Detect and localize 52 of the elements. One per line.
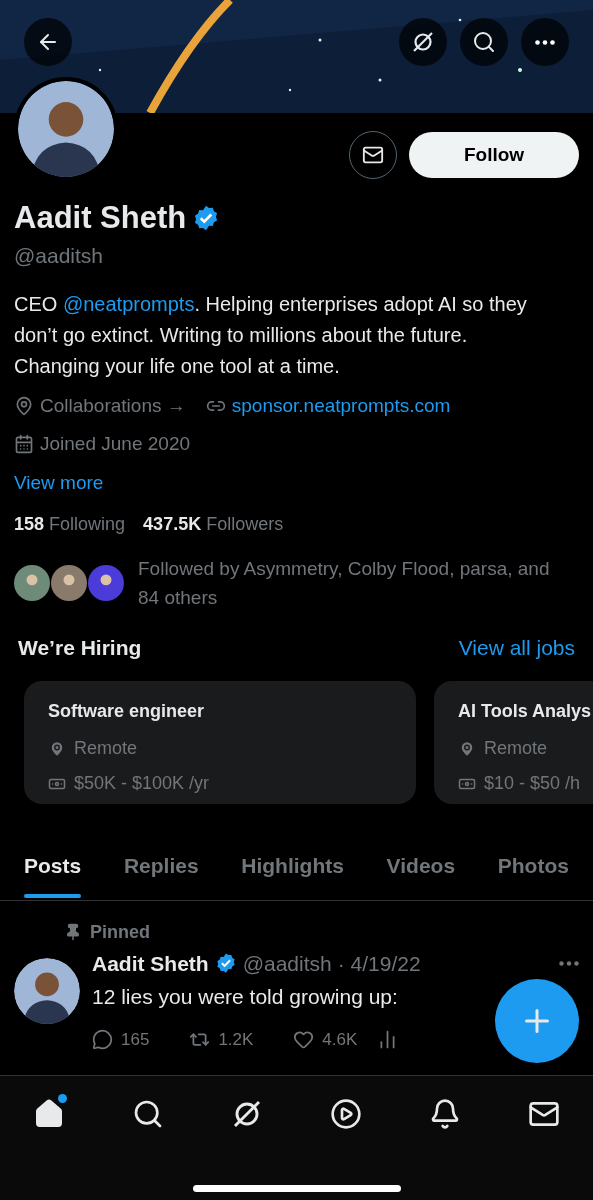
joined-date: Joined June 2020: [40, 431, 190, 456]
post-date: · 4/19/22: [337, 950, 421, 977]
repost-count: 1.2K: [218, 1028, 254, 1051]
mail-icon: [362, 144, 384, 166]
followers-count[interactable]: 437.5K Followers: [143, 510, 284, 538]
section-title: We’re Hiring: [18, 634, 142, 661]
like-count: 4.6K: [322, 1028, 358, 1051]
profile-handle: @aaditsh: [14, 242, 105, 269]
job-card[interactable]: AI Tools Analys Remote $10 - $50 /h: [434, 681, 593, 804]
job-salary: $10 - $50 /h: [484, 772, 581, 795]
search-icon: [472, 30, 496, 54]
avatar[interactable]: [18, 81, 114, 177]
job-salary: $50K - $100K /yr: [74, 772, 210, 795]
followed-by-text[interactable]: Followed by Asymmetry, Colby Flood, parsa, and 84 others: [138, 553, 563, 612]
location-icon: [458, 739, 476, 758]
view-all-jobs-link[interactable]: View all jobs: [458, 631, 575, 663]
pin-icon: [64, 923, 82, 941]
mention-link[interactable]: @neatprompts: [62, 293, 195, 315]
author-handle: @aaditsh: [242, 950, 332, 977]
more-icon[interactable]: [559, 960, 579, 966]
follow-button[interactable]: Follow: [409, 132, 579, 178]
profile-tab[interactable]: Videos: [386, 850, 456, 900]
location-text: Collaborations →: [40, 394, 186, 418]
job-card[interactable]: Software engineer Remote $50K - $100K /yr: [24, 681, 416, 804]
website-link[interactable]: sponsor.neatprompts.com: [231, 392, 451, 421]
reply-count: 165: [121, 1028, 150, 1051]
following-count[interactable]: 158 Following: [14, 510, 126, 538]
pinned-label: Pinned: [90, 920, 150, 944]
follower-avatar[interactable]: [14, 564, 50, 601]
avatar[interactable]: [14, 957, 80, 1024]
job-location: Remote: [484, 737, 548, 760]
author-name[interactable]: Aadit Sheth: [92, 947, 209, 979]
profile-bio: CEO @neatprompts. Helping enterprises adopt AI so they don’t go extinct. Writing to millions about the future. Changing your life one tool at a time.: [14, 292, 528, 379]
video-icon[interactable]: [329, 1097, 362, 1130]
more-icon: [535, 39, 555, 45]
follower-avatar[interactable]: [51, 564, 87, 601]
profile-tab[interactable]: Highlights: [241, 850, 344, 900]
view-more-link[interactable]: View more: [14, 469, 579, 498]
follower-avatar[interactable]: [88, 564, 124, 601]
profile-tab[interactable]: Photos: [497, 850, 569, 900]
grok-button[interactable]: [411, 30, 435, 54]
reply-icon: [92, 1028, 113, 1050]
profile-name: Aadit Sheth: [14, 199, 187, 237]
location-icon: [48, 739, 66, 758]
job-title: AI Tools Analys: [458, 700, 593, 723]
job-title: Software engineer: [48, 700, 206, 723]
location-icon: [14, 396, 34, 417]
profile-tab[interactable]: Replies: [123, 850, 199, 900]
job-location: Remote: [74, 737, 138, 760]
profile-tab[interactable]: Posts: [24, 850, 82, 900]
post-text: 12 lies you were told growing up:: [92, 984, 399, 1010]
calendar-icon: [14, 433, 34, 454]
